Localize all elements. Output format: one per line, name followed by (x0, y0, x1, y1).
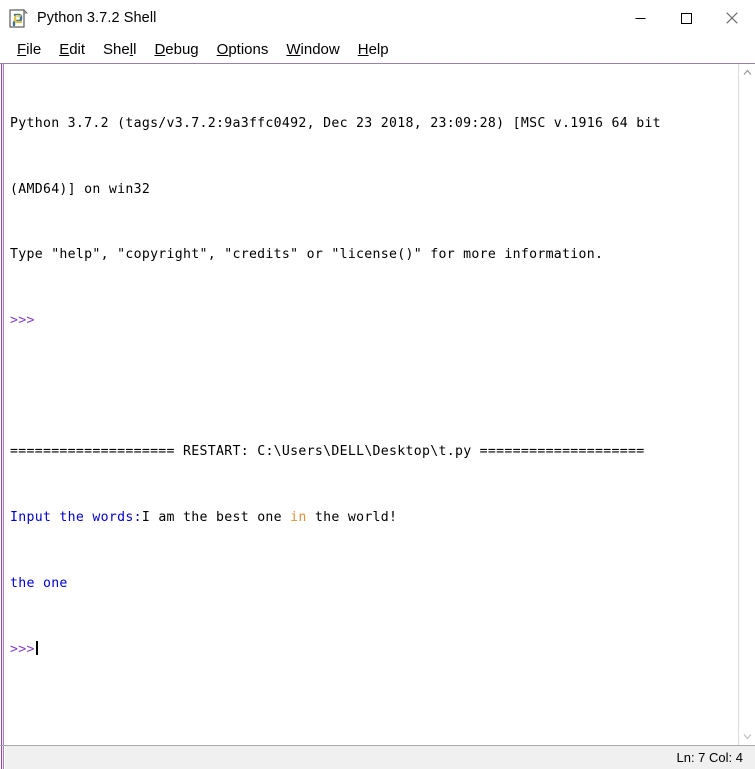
scroll-up-arrow-icon[interactable] (739, 64, 755, 81)
shell-line-result: the one (10, 576, 738, 592)
close-button[interactable] (709, 0, 755, 36)
final-prompt-marker: >>> (10, 642, 35, 658)
menu-item-file[interactable]: File (8, 39, 50, 60)
menu-item-debug[interactable]: Debug (145, 39, 207, 60)
scroll-down-arrow-icon[interactable] (739, 728, 755, 745)
window-title: Python 3.7.2 Shell (37, 10, 157, 26)
python-idle-shell-window: Python 3.7.2 Shell File Edit Shell Debug… (0, 0, 755, 769)
vertical-scrollbar[interactable] (738, 64, 755, 745)
menu-item-window[interactable]: Window (277, 39, 348, 60)
restart-label: RESTART: (174, 444, 258, 460)
python-idle-icon (8, 8, 29, 29)
shell-line-blank (10, 379, 738, 395)
menu-item-help[interactable]: Help (349, 39, 398, 60)
prompt-marker: >>> (10, 313, 35, 329)
shell-line-input: Input the words:I am the best one in the… (10, 510, 738, 526)
minimize-icon (635, 17, 645, 19)
shell-line-banner-2: (AMD64)] on win32 (10, 182, 738, 198)
menu-item-edit[interactable]: Edit (50, 39, 94, 60)
shell-output-text[interactable]: Python 3.7.2 (tags/v3.7.2:9a3ffc0492, De… (5, 64, 738, 745)
restart-bar-right: ==================== (471, 444, 645, 460)
menu-item-shell[interactable]: Shell (94, 39, 145, 60)
shell-line-prompt-2: >>> (10, 641, 738, 658)
menu-item-options[interactable]: Options (208, 39, 278, 60)
status-bar: Ln: 7 Col: 4 (0, 745, 755, 769)
minimize-button[interactable] (617, 0, 663, 36)
window-controls (617, 0, 755, 36)
user-input-part1: I am the best one (141, 509, 291, 525)
user-input-part2: the world! (306, 509, 398, 525)
restart-path: C:\Users\DELL\Desktop\t.py (257, 444, 472, 460)
menu-bar: File Edit Shell Debug Options Window Hel… (0, 36, 755, 64)
banner-text-1: Python 3.7.2 (tags/v3.7.2:9a3ffc0492, De… (10, 116, 661, 132)
result-text: the one (10, 575, 68, 591)
input-prompt-text: Input the words: (10, 509, 142, 525)
banner-text-3: Type "help", "copyright", "credits" or "… (10, 247, 604, 263)
cursor-position-indicator: Ln: 7 Col: 4 (676, 750, 744, 765)
title-bar[interactable]: Python 3.7.2 Shell (0, 0, 755, 36)
restart-bar-left: ==================== (10, 444, 175, 460)
chevron-up-icon (743, 69, 751, 75)
close-icon (726, 12, 738, 24)
chevron-down-icon (743, 734, 751, 740)
shell-line-restart: ==================== RESTART: C:\Users\D… (10, 444, 738, 460)
shell-body: Python 3.7.2 (tags/v3.7.2:9a3ffc0492, De… (0, 64, 755, 745)
shell-line-banner-3: Type "help", "copyright", "credits" or "… (10, 247, 738, 263)
user-input-keyword: in (290, 509, 307, 525)
maximize-button[interactable] (663, 0, 709, 36)
status-bar-left-rail (0, 746, 5, 769)
scrollbar-track[interactable] (739, 81, 755, 728)
shell-line-banner-1: Python 3.7.2 (tags/v3.7.2:9a3ffc0492, De… (10, 116, 738, 132)
text-caret (35, 641, 38, 656)
shell-line-prompt-1: >>> (10, 313, 738, 329)
banner-text-2: (AMD64)] on win32 (10, 181, 151, 197)
maximize-icon (680, 12, 692, 24)
